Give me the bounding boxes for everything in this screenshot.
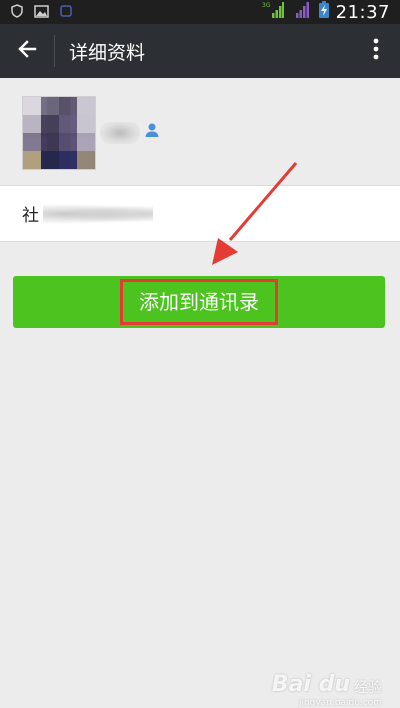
- app-bar: 详细资料: [0, 24, 400, 78]
- avatar-mosaic: [23, 97, 95, 169]
- network-label: 3G: [262, 2, 271, 9]
- add-to-contacts-label: 添加到通讯录: [120, 279, 278, 325]
- arrow-left-icon: [16, 38, 38, 64]
- profile-card: [0, 78, 400, 185]
- more-options-button[interactable]: [352, 24, 400, 78]
- signal-g-icon: [290, 1, 312, 23]
- image-status-icon: [34, 3, 49, 22]
- info-value-blurred: [43, 201, 153, 226]
- baidu-watermark: Bai du 经验 jingyan.baidu.com: [271, 672, 382, 708]
- page-title: 详细资料: [69, 41, 146, 64]
- info-row[interactable]: 社: [0, 185, 400, 242]
- male-person-icon: [144, 122, 160, 142]
- avatar[interactable]: [22, 96, 96, 170]
- more-vertical-icon: [373, 38, 379, 64]
- status-bar: 3G 21:37: [0, 0, 400, 24]
- signal-3g-icon: 3G: [262, 1, 284, 23]
- app-bar-divider: [54, 35, 55, 67]
- nickname-blurred: [100, 122, 140, 144]
- status-time: 21:37: [335, 1, 390, 23]
- app-status-icon: [59, 3, 73, 22]
- watermark-brand-suffix: 经验: [354, 680, 382, 696]
- back-button[interactable]: [0, 24, 54, 78]
- add-to-contacts-button[interactable]: 添加到通讯录: [13, 276, 385, 328]
- info-label: 社: [22, 206, 39, 226]
- shield-status-icon: [10, 3, 24, 22]
- battery-charging-icon: [318, 1, 330, 23]
- watermark-brand: Bai du: [271, 672, 350, 697]
